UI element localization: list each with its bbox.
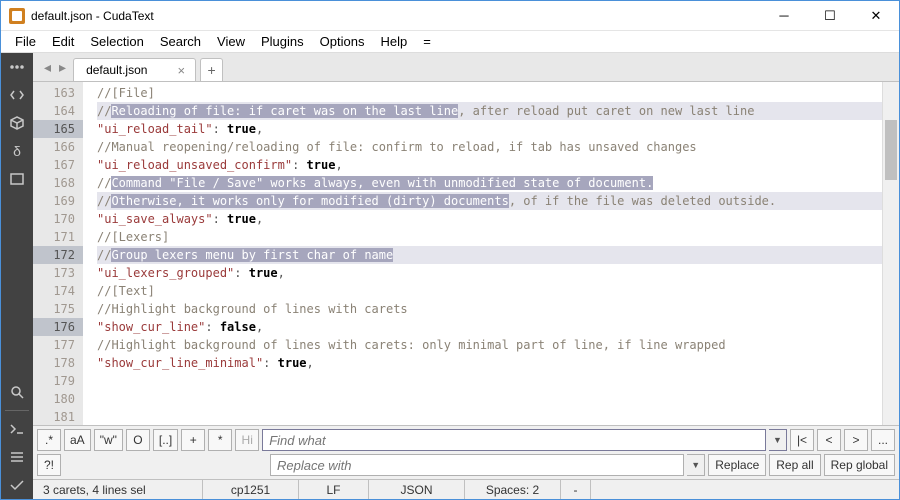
editor[interactable]: 1631641651661671681691701711721731741751… [33,81,899,425]
find-opt-button[interactable]: aA [64,429,91,451]
menu-options[interactable]: Options [312,32,373,51]
scrollbar-thumb[interactable] [885,120,897,180]
menu-search[interactable]: Search [152,32,209,51]
find-nav-button[interactable]: |< [790,429,814,451]
replace-action-button[interactable]: Replace [708,454,766,476]
menu-selection[interactable]: Selection [82,32,151,51]
find-opt-button[interactable]: "w" [94,429,123,451]
tab-next-icon[interactable]: ▸ [56,57,69,78]
replace-action-button[interactable]: Rep all [769,454,820,476]
find-opt-button[interactable]: O [126,429,150,451]
tab-close-icon[interactable]: × [175,63,187,78]
find-nav-button[interactable]: ... [871,429,895,451]
menu-plugins[interactable]: Plugins [253,32,312,51]
menu-edit[interactable]: Edit [44,32,82,51]
package-icon[interactable] [1,109,33,137]
find-opt-button[interactable]: + [181,429,205,451]
tab-add-button[interactable]: + [200,58,223,81]
tab-prev-icon[interactable]: ◂ [41,57,54,78]
tab-label: default.json [86,63,147,77]
window-title: default.json - CudaText [31,9,761,23]
find-opt-button[interactable]: .* [37,429,61,451]
check-icon[interactable] [1,471,33,499]
status-selection: 3 carets, 4 lines sel [33,480,203,499]
diff-icon[interactable]: δ [1,137,33,165]
status-indent[interactable]: Spaces: 2 [465,480,561,499]
menu-view[interactable]: View [209,32,253,51]
find-extra-button[interactable]: ?! [37,454,61,476]
close-button[interactable]: ✕ [853,1,899,31]
replace-history-dropdown[interactable]: ▼ [687,454,705,476]
status-lexer[interactable]: JSON [369,480,465,499]
menu-=[interactable]: = [415,32,439,51]
menu-help[interactable]: Help [372,32,415,51]
find-nav-button[interactable]: > [844,429,868,451]
replace-action-button[interactable]: Rep global [824,454,895,476]
code-icon[interactable] [1,81,33,109]
find-opt-button[interactable]: * [208,429,232,451]
tabbar: ◂ ▸ default.json × + [33,53,899,81]
menu-icon[interactable] [1,53,33,81]
status-tail: - [561,480,591,499]
sidebar: δ [1,53,33,499]
search-icon[interactable] [1,378,33,406]
tab-default-json[interactable]: default.json × [73,58,196,81]
status-eol[interactable]: LF [299,480,369,499]
titlebar: default.json - CudaText ─ ☐ ✕ [1,1,899,31]
menubar: FileEditSelectionSearchViewPluginsOption… [1,31,899,53]
find-opt-button[interactable]: [..] [153,429,178,451]
statusbar: 3 carets, 4 lines sel cp1251 LF JSON Spa… [33,479,899,499]
minimize-button[interactable]: ─ [761,1,807,31]
highlight-toggle[interactable]: Hi [235,429,259,451]
find-panel: .*aA"w"O[..]+* Hi ▼ |<<>... ?! ▼ Replace… [33,425,899,479]
status-encoding[interactable]: cp1251 [203,480,299,499]
list-icon[interactable] [1,443,33,471]
folder-icon[interactable] [1,165,33,193]
app-icon [9,8,25,24]
terminal-icon[interactable] [1,415,33,443]
maximize-button[interactable]: ☐ [807,1,853,31]
find-input[interactable] [262,429,766,451]
gutter: 1631641651661671681691701711721731741751… [33,82,83,425]
replace-input[interactable] [270,454,684,476]
vertical-scrollbar[interactable] [882,82,899,425]
status-empty [591,480,899,499]
find-history-dropdown[interactable]: ▼ [769,429,787,451]
find-nav-button[interactable]: < [817,429,841,451]
menu-file[interactable]: File [7,32,44,51]
code-area[interactable]: //[File]//Reloading of file: if caret wa… [83,82,882,425]
